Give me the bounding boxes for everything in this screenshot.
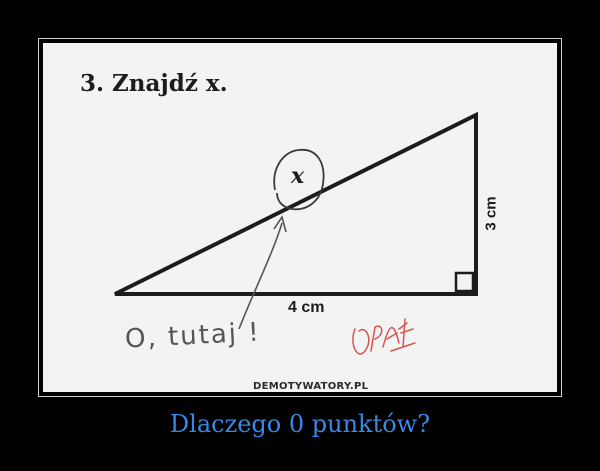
right-side-label: 3 cm bbox=[482, 196, 500, 231]
arrow-line bbox=[238, 222, 283, 330]
watermark-logo: DEMOTYWATORY.PL bbox=[249, 381, 373, 392]
right-triangle bbox=[114, 111, 478, 296]
red-grade-scribble bbox=[352, 318, 416, 355]
bottom-side-label: 4 cm bbox=[288, 299, 325, 316]
poster-caption: Dlaczego 0 punktów? bbox=[169, 410, 431, 438]
question-title: 3. Znajdź x. bbox=[80, 70, 228, 97]
variable-x-label: x bbox=[291, 163, 305, 189]
poster-image: 3. Znajdź x. x 4 cm 3 cm O, tutaj ! DEMO… bbox=[43, 43, 557, 392]
right-angle-marker bbox=[454, 271, 475, 293]
